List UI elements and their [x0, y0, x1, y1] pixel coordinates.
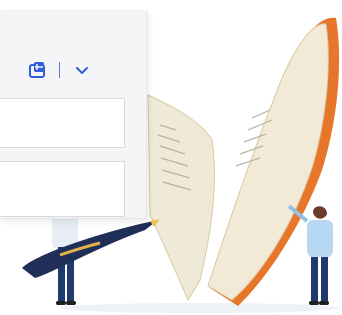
toolbar-divider	[59, 62, 60, 78]
book-page-left	[147, 94, 215, 302]
text-input-2[interactable]	[0, 162, 124, 216]
table-insert-icon	[29, 62, 45, 78]
chevron-down-icon	[76, 67, 88, 74]
text-input-1[interactable]	[0, 99, 124, 147]
dropdown-button[interactable]	[70, 58, 94, 82]
insert-table-button[interactable]	[25, 58, 49, 82]
input-field-primary[interactable]	[0, 98, 125, 148]
form-panel	[0, 10, 147, 219]
ground-shadow	[60, 303, 340, 313]
panel-toolbar	[25, 55, 94, 85]
pen	[22, 219, 160, 278]
input-field-secondary[interactable]	[0, 161, 125, 217]
book-page-right	[207, 23, 329, 301]
